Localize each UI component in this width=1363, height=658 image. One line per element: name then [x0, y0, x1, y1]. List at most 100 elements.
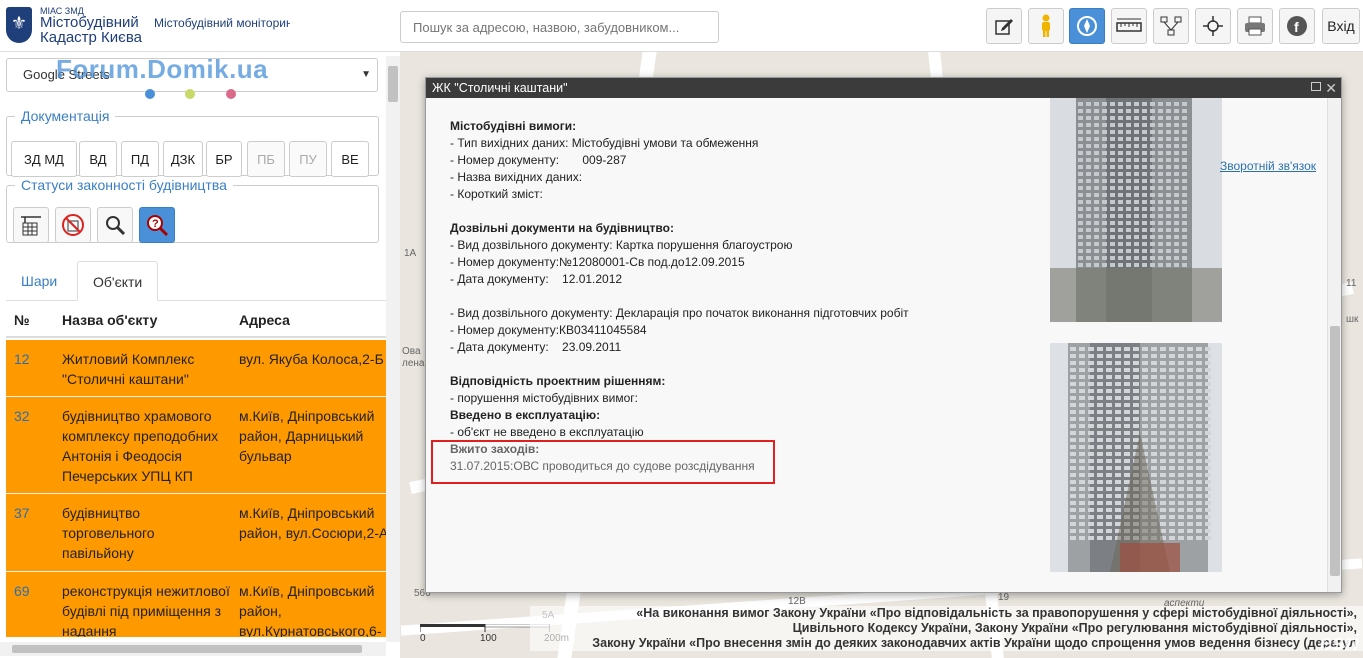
doc-button-dzk[interactable]: ДЗК [163, 141, 203, 177]
row-number[interactable]: 12 [14, 349, 30, 369]
scrollbar-thumb[interactable] [388, 66, 398, 102]
building-window [1079, 494, 1085, 498]
building-window [1118, 144, 1123, 148]
building-window [1078, 102, 1083, 106]
close-icon[interactable]: ✕ [1325, 78, 1337, 98]
doc-button-pb: ПБ [247, 141, 285, 177]
building-window [1079, 431, 1085, 435]
row-number[interactable]: 32 [14, 406, 30, 426]
status-construction-button[interactable] [13, 207, 49, 243]
building-window [1160, 347, 1166, 351]
table-row[interactable]: 32 будівництво храмового комплексу препо… [6, 397, 386, 494]
column-header-num[interactable]: № [14, 312, 30, 328]
building-window [1160, 501, 1166, 505]
diagram-button[interactable] [1153, 8, 1189, 44]
compass-button[interactable] [1069, 8, 1105, 44]
building-window [1134, 207, 1139, 211]
building-window [1086, 123, 1091, 127]
status-stopped-button[interactable] [55, 207, 91, 243]
building-window [1169, 494, 1175, 498]
doc-button-vd[interactable]: ВД [79, 141, 117, 177]
building-window [1106, 431, 1112, 435]
table-row[interactable]: 69 реконструкція нежитлової будівлі під … [6, 572, 386, 637]
left-panel-vertical-scrollbar[interactable] [386, 56, 400, 642]
building-window [1174, 123, 1179, 127]
edit-button[interactable] [986, 8, 1022, 44]
building-window [1150, 172, 1155, 176]
building-window [1178, 396, 1184, 400]
building-window [1126, 256, 1131, 260]
building-window [1205, 438, 1211, 442]
measure-button[interactable] [1111, 8, 1147, 44]
street-view-button[interactable] [1028, 8, 1064, 44]
logo-title-line1[interactable]: Містобудівний [40, 15, 139, 30]
kyiv-emblem-icon[interactable]: ⚜ [6, 7, 32, 43]
popup-scrollbar[interactable] [1327, 98, 1341, 592]
logo-title-line2[interactable]: Кадастр Києва [40, 30, 142, 45]
building-photo[interactable] [1050, 343, 1222, 572]
building-window [1110, 263, 1115, 267]
building-window [1205, 466, 1211, 470]
building-window [1142, 200, 1147, 204]
row-name: реконструкція нежитлової будівлі під при… [62, 583, 230, 637]
row-number[interactable]: 37 [14, 503, 30, 523]
doc-button-pd[interactable]: ПД [121, 141, 159, 177]
building-window [1126, 165, 1131, 169]
crosshair-button[interactable] [1195, 8, 1231, 44]
building-window [1079, 487, 1085, 491]
table-horizontal-scrollbar[interactable] [0, 642, 386, 656]
column-header-address[interactable]: Адреса [239, 312, 290, 328]
feedback-link[interactable]: Зворотній зв'язок [1220, 159, 1316, 173]
building-window [1078, 137, 1083, 141]
building-window [1134, 102, 1139, 106]
scrollbar-thumb[interactable] [12, 645, 362, 653]
building-window [1158, 109, 1163, 113]
status-unknown-button[interactable]: ? [139, 207, 175, 243]
building-window [1142, 102, 1147, 106]
column-header-name[interactable]: Назва об'єкту [62, 312, 157, 328]
search-input[interactable] [400, 11, 719, 43]
building-window [1094, 186, 1099, 190]
maximize-icon[interactable] [1311, 82, 1321, 91]
facebook-button[interactable]: f [1279, 8, 1315, 44]
building-photo[interactable] [1050, 98, 1222, 322]
building-window [1142, 151, 1147, 155]
building-window [1151, 473, 1157, 477]
building-window [1088, 368, 1094, 372]
login-button[interactable]: Вхід [1322, 8, 1360, 44]
table-row[interactable]: 12 Житловий Комплекс "Столичні каштани" … [6, 340, 386, 397]
building-window [1169, 410, 1175, 414]
building-window [1088, 354, 1094, 358]
building-window [1106, 417, 1112, 421]
magnifier-icon [106, 216, 126, 236]
building-window [1126, 172, 1131, 176]
table-row[interactable]: 37 будівництво торговельного павільйону … [6, 494, 386, 572]
print-button[interactable] [1237, 8, 1273, 44]
building-window [1118, 193, 1123, 197]
building-window [1205, 410, 1211, 414]
row-number[interactable]: 69 [14, 581, 30, 601]
building-window [1205, 515, 1211, 519]
building-window [1187, 424, 1193, 428]
building-window [1205, 459, 1211, 463]
building-window [1151, 396, 1157, 400]
scrollbar-thumb[interactable] [1330, 326, 1340, 576]
building-window [1110, 193, 1115, 197]
building-window [1115, 382, 1121, 386]
doc-button-ve[interactable]: ВЕ [331, 141, 369, 177]
tab-layers[interactable]: Шари [6, 261, 72, 301]
building-window [1142, 109, 1147, 113]
building-window [1106, 382, 1112, 386]
doc-button-zdmd[interactable]: ЗД МД [11, 141, 77, 177]
building-window [1182, 123, 1187, 127]
compliance-heading: Відповідність проектним рішенням: [450, 374, 666, 388]
building-window [1151, 452, 1157, 456]
tab-objects[interactable]: Об'єкти [77, 261, 159, 301]
monitoring-link[interactable]: Містобудівний моніторинг [154, 16, 290, 30]
building-window [1118, 235, 1123, 239]
objects-table-body: 12 Житловий Комплекс "Столичні каштани" … [6, 340, 386, 637]
doc-button-br[interactable]: БР [206, 141, 242, 177]
building-window [1115, 424, 1121, 428]
status-inspection-button[interactable] [97, 207, 133, 243]
building-window [1070, 347, 1076, 351]
